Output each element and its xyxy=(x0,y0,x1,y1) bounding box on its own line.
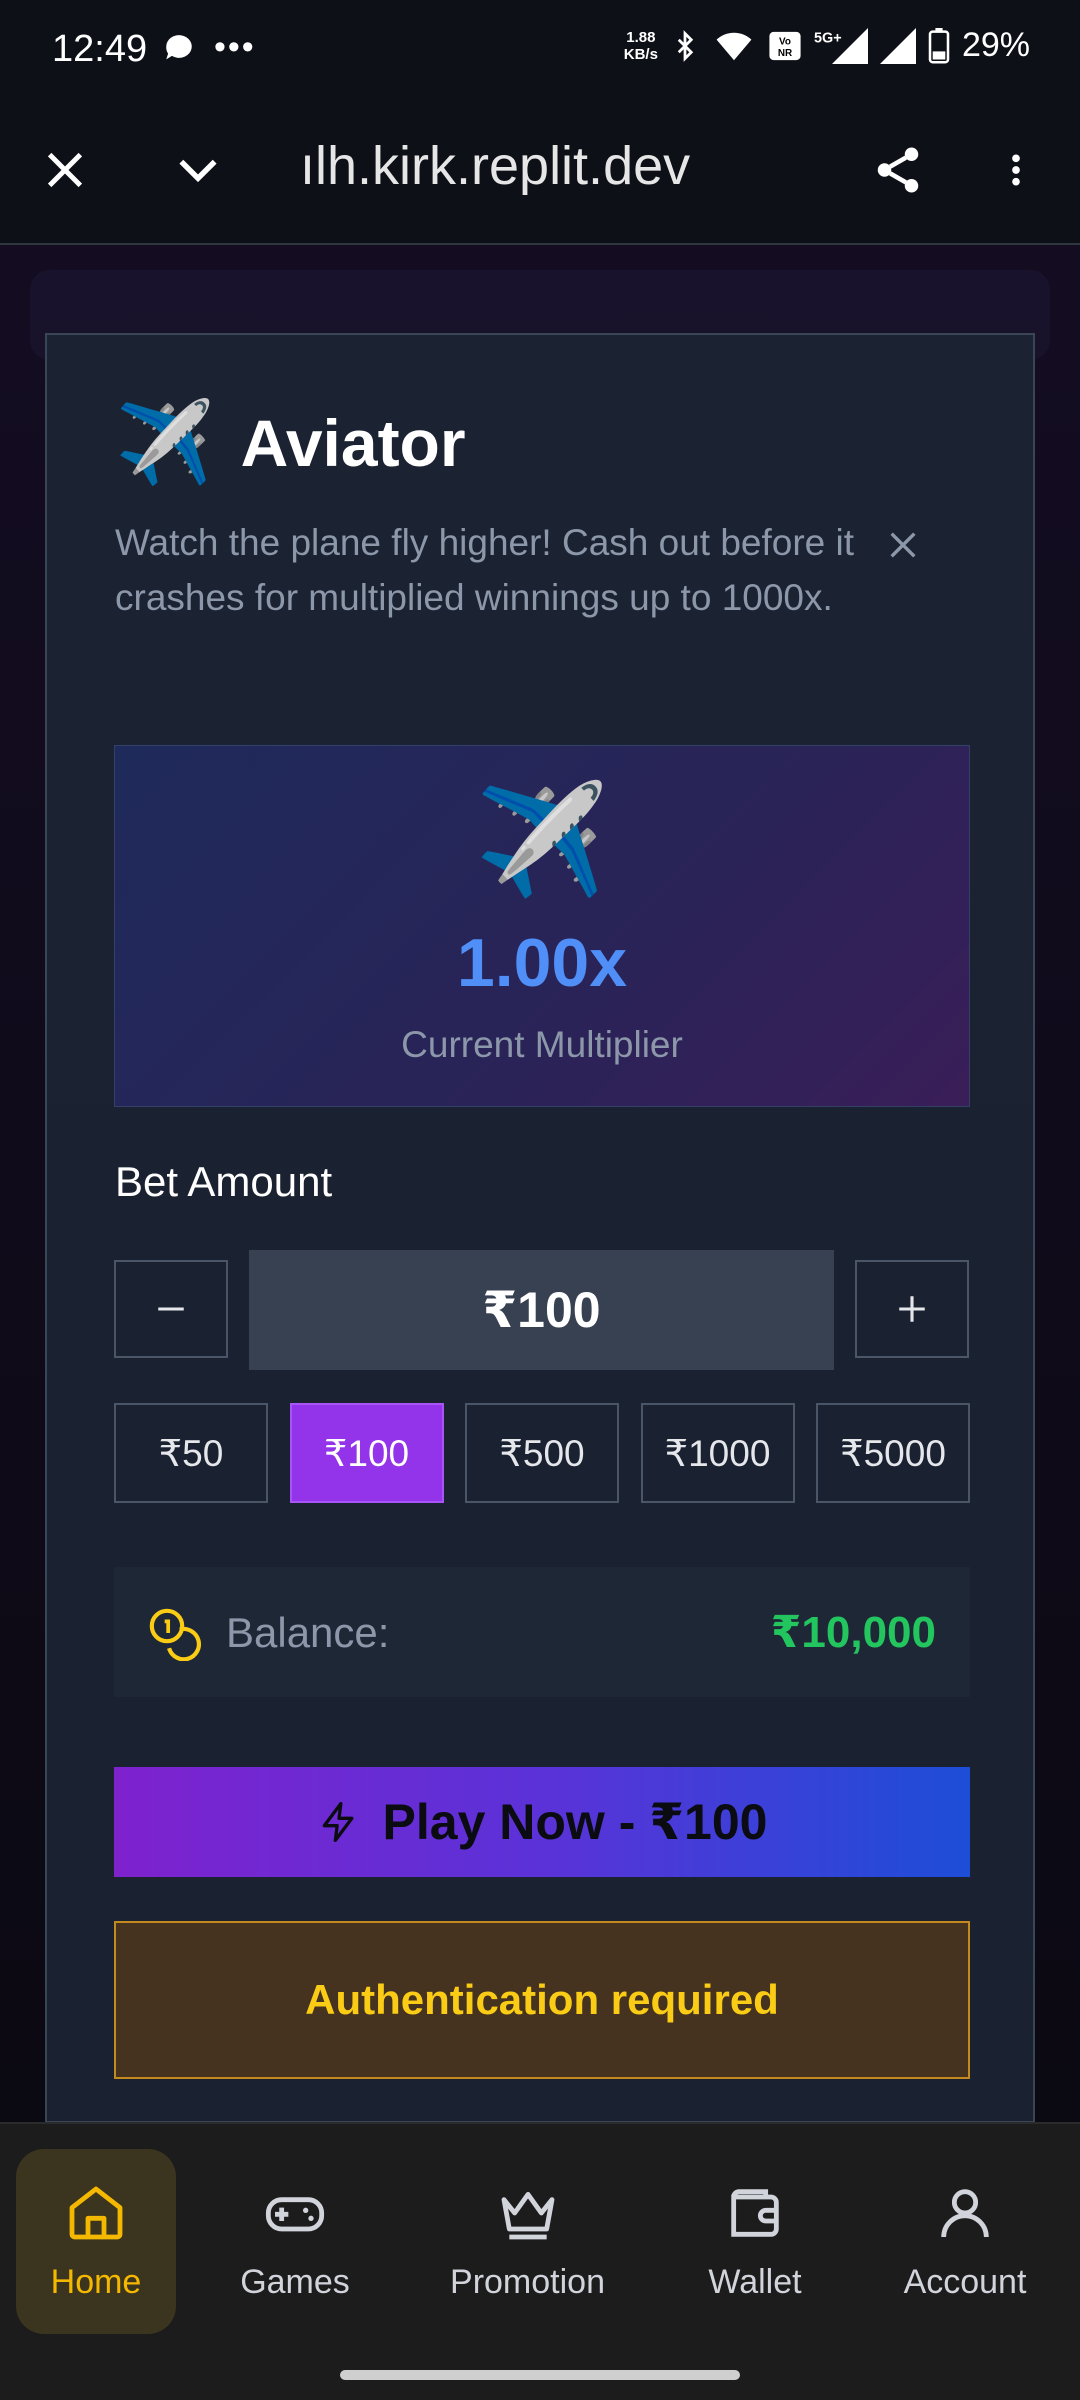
bluetooth-icon xyxy=(677,29,694,62)
bet-amount-input[interactable]: ₹100 xyxy=(249,1250,834,1370)
chip-500[interactable]: ₹500 xyxy=(465,1403,619,1503)
nav-wallet[interactable]: Wallet xyxy=(675,2149,835,2334)
share-icon xyxy=(877,147,919,193)
home-indicator[interactable] xyxy=(340,2370,740,2380)
crown-icon xyxy=(501,2191,554,2240)
bottom-navigation: Home Games Promotion Wallet Account xyxy=(0,2122,1080,2356)
status-time: 12:49 xyxy=(52,28,148,70)
url-text[interactable]: ılh.kirk.replit.dev xyxy=(300,135,690,197)
bet-amount-label: Bet Amount xyxy=(115,1158,333,1205)
game-modal: ✈️ Aviator Watch the plane fly higher! C… xyxy=(45,333,1035,2123)
share-button[interactable] xyxy=(858,130,938,210)
svg-text:Vo: Vo xyxy=(779,36,791,47)
nav-account[interactable]: Account xyxy=(880,2149,1050,2334)
chip-50[interactable]: ₹50 xyxy=(114,1403,268,1503)
nav-account-label: Account xyxy=(903,2263,1027,2301)
home-icon xyxy=(69,2186,123,2240)
battery-level: 29% xyxy=(961,26,1030,64)
nav-games-label: Games xyxy=(240,2263,350,2301)
more-dots-icon: ••• xyxy=(214,28,256,66)
modal-title: Aviator xyxy=(240,406,466,480)
play-now-button[interactable]: Play Now - ₹100 xyxy=(114,1767,970,1877)
collapse-button[interactable] xyxy=(158,130,238,210)
status-bar: 12:49 ••• 1.88 KB/s Vo NR 5G+ 29% xyxy=(0,0,1080,100)
close-icon xyxy=(890,532,916,558)
balance-value: ₹10,000 xyxy=(770,1608,936,1657)
battery-icon xyxy=(928,27,950,63)
status-notification-icons: ••• xyxy=(162,28,256,67)
close-icon xyxy=(47,152,83,188)
chip-100[interactable]: ₹100 xyxy=(289,1403,444,1503)
plus-icon xyxy=(899,1296,925,1322)
balance-label: Balance: xyxy=(226,1609,390,1656)
wallet-icon xyxy=(731,2189,779,2237)
close-tab-button[interactable] xyxy=(25,130,105,210)
5g-signal-icon: 5G+ xyxy=(814,27,868,64)
gamepad-icon xyxy=(265,2197,325,2232)
modal-description: Watch the plane fly higher! Cash out bef… xyxy=(115,522,855,618)
chat-bubble-icon xyxy=(166,34,192,59)
airplane-icon: ✈️ xyxy=(115,398,215,487)
nav-games[interactable]: Games xyxy=(215,2149,375,2334)
svg-text:NR: NR xyxy=(778,47,792,58)
increase-bet-button[interactable] xyxy=(855,1260,969,1358)
nav-home-label: Home xyxy=(50,2263,142,2301)
status-right-icons: 1.88 KB/s Vo NR 5G+ 29% xyxy=(624,26,1030,65)
more-vert-icon xyxy=(1012,154,1020,186)
nav-promotion[interactable]: Promotion xyxy=(425,2149,630,2334)
coins-icon xyxy=(149,1608,201,1661)
multiplier-display: ✈️ 1.00x Current Multiplier xyxy=(114,745,970,1107)
current-multiplier: 1.00x xyxy=(456,925,628,1001)
svg-text:5G+: 5G+ xyxy=(814,30,842,46)
chevron-down-icon xyxy=(179,159,217,183)
user-icon xyxy=(941,2189,989,2238)
chip-5000[interactable]: ₹5000 xyxy=(816,1403,970,1503)
signal-icon xyxy=(879,27,916,64)
more-menu-button[interactable] xyxy=(976,130,1056,210)
volte-icon: VoNR xyxy=(769,31,801,60)
nav-promotion-label: Promotion xyxy=(450,2263,605,2301)
auth-warning-text: Authentication required xyxy=(305,1976,779,2023)
airplane-icon: ✈️ xyxy=(474,779,610,900)
auth-warning: Authentication required xyxy=(114,1921,970,2079)
modal-title-row: ✈️ Aviator xyxy=(115,403,466,483)
multiplier-label: Current Multiplier xyxy=(401,1024,683,1065)
lightning-icon xyxy=(322,1802,354,1842)
minus-icon xyxy=(158,1307,184,1311)
nav-home[interactable]: Home xyxy=(16,2149,176,2334)
browser-toolbar: ılh.kirk.replit.dev xyxy=(0,100,1080,245)
decrease-bet-button[interactable] xyxy=(114,1260,228,1358)
modal-close-button[interactable] xyxy=(873,515,933,575)
nav-wallet-label: Wallet xyxy=(708,2263,802,2301)
network-speed: 1.88 KB/s xyxy=(623,28,658,63)
chip-1000[interactable]: ₹1000 xyxy=(640,1403,795,1503)
balance-panel: Balance: ₹10,000 xyxy=(114,1567,970,1697)
play-now-label: Play Now - ₹100 xyxy=(382,1794,768,1850)
quick-bet-chips: ₹50 ₹100 ₹500 ₹1000 ₹5000 xyxy=(114,1403,970,1503)
wifi-icon xyxy=(716,32,752,60)
